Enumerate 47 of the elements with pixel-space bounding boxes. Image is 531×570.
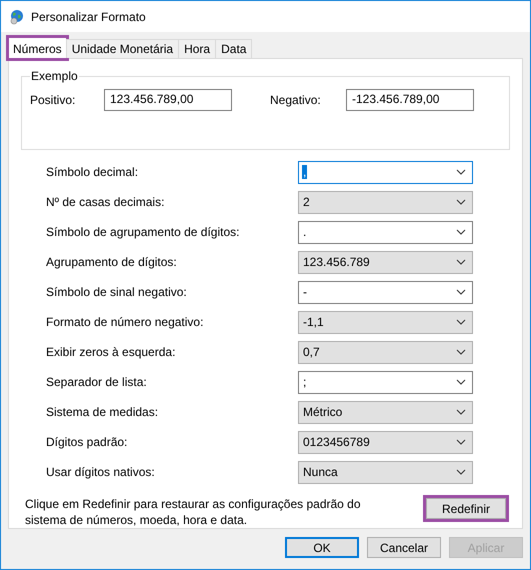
combo-box[interactable]: Métrico [298,400,473,424]
chevron-down-icon [456,259,466,265]
dialog-button[interactable]: OK [285,537,359,558]
combo-box[interactable]: 2 [298,190,473,214]
globe-icon [9,8,25,24]
combo-box[interactable]: . [298,220,473,244]
group-title: Exemplo [30,69,79,83]
setting-label: Dígitos padrão: [46,435,128,449]
combo-box[interactable]: ; [298,370,473,394]
window-title: Personalizar Formato [31,10,146,24]
reset-button[interactable]: Redefinir [426,498,506,519]
reset-description: Clique em Redefinir para restaurar as configurações padrão do sistema de números, moeda, hora e data. [24,496,362,528]
setting-label: Símbolo de agrupamento de dígitos: [46,225,240,239]
setting-label: Exibir zeros à esquerda: [46,345,176,359]
positive-field: 123.456.789,00 [104,89,232,111]
chevron-down-icon [456,349,466,355]
field-label: Negativo: [270,93,322,107]
chevron-down-icon [456,379,466,385]
setting-label: Sistema de medidas: [46,405,160,419]
combo-box[interactable]: -1,1 [298,310,473,334]
setting-label: Formato de número negativo: [46,315,204,329]
dialog-button[interactable]: Cancelar [367,537,441,558]
combo-box[interactable]: - [298,280,473,304]
setting-label: Nº de casas decimais: [46,195,166,209]
chevron-down-icon [456,409,466,415]
chevron-down-icon [456,229,466,235]
tab[interactable]: Data [215,39,252,58]
chevron-down-icon [456,289,466,295]
chevron-down-icon [456,169,466,175]
chevron-down-icon [456,439,466,445]
setting-label: Agrupamento de dígitos: [46,255,178,269]
setting-label: Separador de lista: [46,375,148,389]
combo-box[interactable]: 0123456789 [298,430,473,454]
tab[interactable]: Unidade Monetária [66,39,180,58]
setting-label: Símbolo de sinal negativo: [46,285,188,299]
setting-label: Usar dígitos nativos: [46,465,156,479]
combo-box[interactable]: 0,7 [298,340,473,364]
combo-box[interactable]: Nunca [298,460,473,484]
chevron-down-icon [456,469,466,475]
chevron-down-icon [456,319,466,325]
combo-box[interactable]: , [298,160,473,184]
combo-box[interactable]: 123.456.789 [298,250,473,274]
field-label: Positivo: [30,93,76,107]
tab[interactable]: Números [8,37,67,59]
negative-field: -123.456.789,00 [346,89,474,111]
chevron-down-icon [456,199,466,205]
setting-label: Símbolo decimal: [46,165,140,179]
